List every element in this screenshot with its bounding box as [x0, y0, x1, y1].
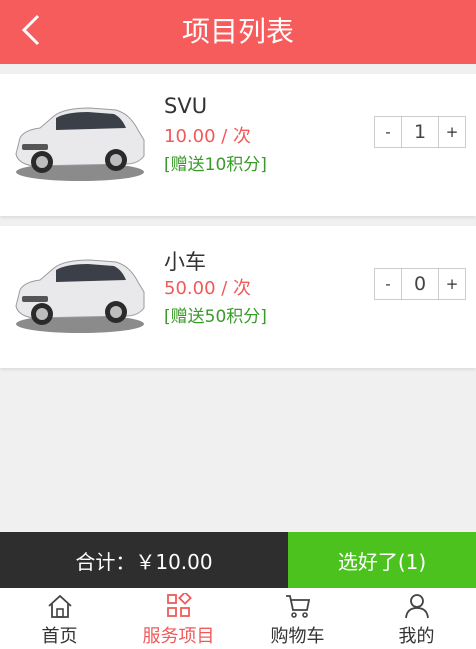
item-price: 50.00 / 次: [164, 278, 252, 299]
quantity-value: 1: [402, 116, 438, 148]
item-price: 10.00 / 次: [164, 126, 252, 147]
item-bonus: [赠送10积分]: [164, 155, 267, 175]
tab-services[interactable]: 服务项目: [119, 588, 238, 649]
bottom-tab-bar: 首页 服务项目 购物车 我的: [0, 588, 476, 649]
tab-home[interactable]: 首页: [0, 588, 119, 649]
tab-label: 购物车: [270, 626, 325, 647]
item-bonus: [赠送50积分]: [164, 307, 267, 327]
item-name: 小车: [164, 250, 206, 274]
decrease-button[interactable]: -: [374, 268, 402, 300]
confirm-button[interactable]: 选好了(1): [288, 532, 476, 588]
tab-label: 服务项目: [142, 626, 215, 647]
page-title: 项目列表: [181, 15, 294, 48]
car-image: [15, 107, 145, 181]
tab-label: 首页: [41, 626, 78, 647]
decrease-button[interactable]: -: [374, 116, 402, 148]
quantity-stepper: - 1 +: [374, 116, 466, 148]
cart-icon: [285, 595, 310, 618]
increase-button[interactable]: +: [438, 268, 466, 300]
total-amount: 合计：￥10.00: [0, 532, 288, 588]
tab-label: 我的: [398, 626, 435, 647]
user-icon: [404, 594, 429, 619]
service-item-card: 小车 50.00 / 次 [赠送50积分] - 0 +: [0, 226, 476, 368]
item-name: SVU: [164, 94, 208, 118]
increase-button[interactable]: +: [438, 116, 466, 148]
checkout-bar: 合计：￥10.00 选好了(1): [0, 532, 476, 588]
tab-cart[interactable]: 购物车: [238, 588, 357, 649]
service-item-card: SVU 10.00 / 次 [赠送10积分] - 1 +: [0, 74, 476, 216]
home-icon: [47, 594, 72, 618]
header-bar: 项目列表: [0, 0, 476, 64]
car-image: [15, 259, 145, 333]
grid-icon: [166, 593, 192, 617]
tab-profile[interactable]: 我的: [357, 588, 476, 649]
quantity-value: 0: [402, 268, 438, 300]
quantity-stepper: - 0 +: [374, 268, 466, 300]
